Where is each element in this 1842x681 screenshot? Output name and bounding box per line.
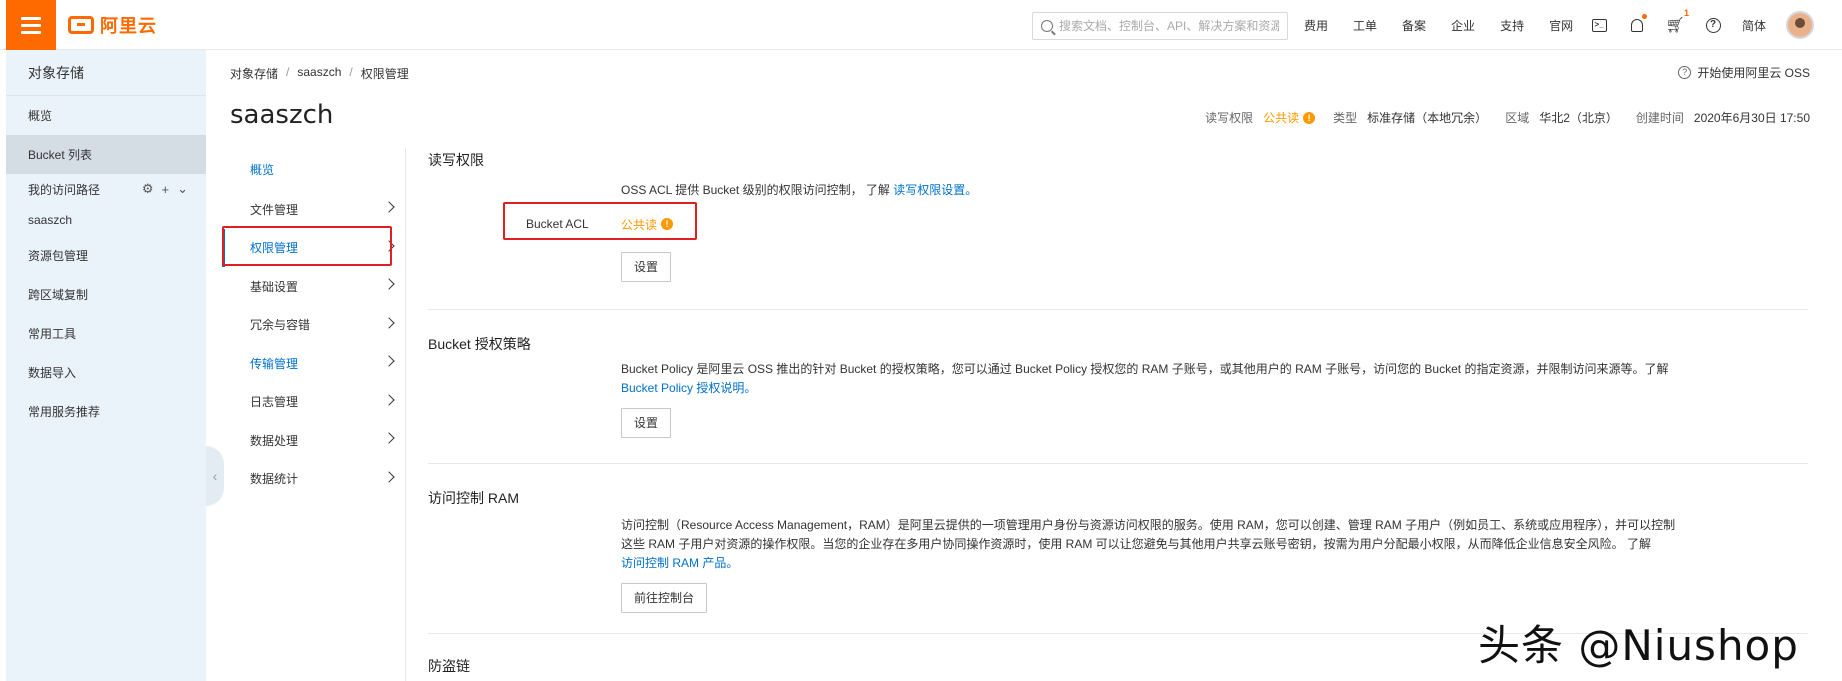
search-input[interactable] — [1059, 19, 1279, 33]
link-official-site[interactable]: 官网 — [1549, 17, 1573, 34]
bucket-meta: 读写权限 公共读! 类型 标准存储（本地冗余） 区域 华北2（北京） 创建时间 … — [1205, 109, 1810, 126]
sidebar-item-tools[interactable]: 常用工具 — [6, 314, 206, 353]
meta-region-value: 华北2（北京） — [1539, 111, 1618, 125]
ram-docs-link[interactable]: 访问控制 RAM 产品。 — [621, 556, 738, 570]
cart-icon[interactable]: 🛒︎ 1 — [1665, 8, 1689, 34]
section-desc: Bucket Policy 是阿里云 OSS 推出的针对 Bucket 的授权策… — [621, 362, 1669, 395]
language-switch[interactable]: 简体 — [1742, 17, 1766, 34]
meta-created-label: 创建时间 — [1635, 111, 1684, 125]
terminal-icon[interactable]: >_ — [1590, 16, 1608, 34]
breadcrumb-item[interactable]: saaszch — [297, 65, 341, 82]
link-icp[interactable]: 备案 — [1402, 17, 1426, 34]
watermark: 头条 @Niushop — [1478, 621, 1799, 670]
bell-icon[interactable] — [1628, 14, 1647, 34]
tab-overview[interactable]: 概览 — [222, 148, 405, 190]
aliyun-logo-icon — [68, 16, 94, 34]
section-desc: OSS ACL 提供 Bucket 级别的权限访问控制， 了解 读写权限设置。 — [621, 183, 978, 197]
sidebar-title: 对象存储 — [6, 50, 206, 96]
rw-docs-link[interactable]: 读写权限设置。 — [893, 183, 977, 197]
cart-badge: 1 — [1683, 8, 1689, 18]
section-title: 读写权限 — [428, 152, 484, 168]
acl-settings-button[interactable]: 设置 — [621, 252, 672, 282]
tab-logs[interactable]: 日志管理 — [222, 383, 405, 422]
section-desc: 访问控制（Resource Access Management，RAM）是阿里云… — [621, 518, 1676, 570]
menu-icon[interactable] — [6, 0, 56, 50]
section-title: 访问控制 RAM — [428, 490, 519, 506]
chevron-right-icon — [383, 470, 395, 483]
sidebar-item-overview[interactable]: 概览 — [6, 96, 206, 135]
highlight-box — [222, 226, 392, 266]
chevron-left-icon: ‹ — [212, 468, 218, 484]
meta-type-label: 类型 — [1333, 111, 1358, 125]
chevron-right-icon — [383, 278, 395, 290]
breadcrumb-item[interactable]: 对象存储 — [230, 65, 278, 82]
question-icon: ? — [1678, 66, 1692, 79]
avatar[interactable] — [1786, 11, 1815, 39]
meta-acl-label: 读写权限 — [1205, 111, 1254, 125]
top-bar: 阿里云 费用 工单 备案 企业 支持 官网 >_ 🛒︎1 ? 简体 — [0, 0, 1842, 50]
help-icon[interactable]: ? — [1704, 16, 1722, 34]
bucket-acl-row: Bucket ACL 公共读! — [526, 206, 1808, 242]
tab-data-processing[interactable]: 数据处理 — [222, 421, 405, 460]
breadcrumb: 对象存储 / saaszch / 权限管理 — [230, 65, 409, 82]
warning-icon: ! — [1303, 111, 1316, 124]
breadcrumb-item: 权限管理 — [360, 67, 409, 81]
sidebar-path-item[interactable]: saaszch — [6, 204, 206, 236]
sidebar-item-data-import[interactable]: 数据导入 — [6, 353, 206, 392]
chevron-right-icon — [383, 316, 395, 329]
section-bucket-policy: Bucket 授权策略 Bucket Policy 是阿里云 OSS 推出的针对… — [428, 310, 1808, 464]
tab-files[interactable]: 文件管理 — [222, 190, 405, 229]
page-title: saaszch — [230, 100, 334, 130]
aliyun-logo[interactable]: 阿里云 — [68, 14, 157, 36]
sidebar-item-cross-region[interactable]: 跨区域复制 — [6, 275, 206, 314]
getting-started-link[interactable]: ? 开始使用阿里云 OSS — [1678, 64, 1810, 81]
meta-acl-value: 公共读! — [1263, 109, 1316, 126]
getting-started-label: 开始使用阿里云 OSS — [1697, 66, 1810, 80]
tab-basic-settings[interactable]: 基础设置 — [222, 267, 405, 306]
access-path-label: 我的访问路径 — [28, 182, 101, 197]
meta-region-label: 区域 — [1505, 111, 1530, 125]
sidebar-item-bucket-list[interactable]: Bucket 列表 — [6, 135, 206, 174]
sidebar: 对象存储 概览 Bucket 列表 我的访问路径 ⚙ + ⌄ saaszch 资… — [6, 50, 206, 681]
notification-dot — [1642, 14, 1647, 19]
link-billing[interactable]: 费用 — [1304, 17, 1328, 34]
tab-redundancy[interactable]: 冗余与容错 — [222, 306, 405, 345]
chevron-down-icon[interactable]: ⌄ — [177, 181, 188, 197]
section-title: Bucket 授权策略 — [428, 336, 531, 352]
sidebar-item-recommended[interactable]: 常用服务推荐 — [6, 392, 206, 431]
section-ram: 访问控制 RAM 访问控制（Resource Access Management… — [428, 464, 1808, 634]
logo-text: 阿里云 — [100, 16, 157, 36]
section-rw-permission: 读写权限 OSS ACL 提供 Bucket 级别的权限访问控制， 了解 读写权… — [428, 148, 1808, 310]
top-icons: >_ 🛒︎ 1 ? 简体 — [1590, 0, 1815, 50]
search-icon[interactable] — [1041, 20, 1053, 32]
chevron-right-icon — [383, 355, 395, 367]
highlight-box — [503, 202, 697, 240]
gear-icon[interactable]: ⚙ — [142, 181, 154, 197]
policy-docs-link[interactable]: Bucket Policy 授权说明。 — [621, 381, 756, 395]
tab-statistics[interactable]: 数据统计 — [222, 460, 405, 499]
chevron-right-icon — [383, 393, 395, 406]
link-support[interactable]: 支持 — [1500, 17, 1524, 34]
link-tickets[interactable]: 工单 — [1353, 17, 1377, 34]
chevron-right-icon — [383, 432, 395, 444]
go-to-console-button[interactable]: 前往控制台 — [621, 583, 708, 613]
main-content: 读写权限 OSS ACL 提供 Bucket 级别的权限访问控制， 了解 读写权… — [428, 148, 1808, 676]
plus-icon[interactable]: + — [162, 182, 170, 197]
sidebar-item-resource-packs[interactable]: 资源包管理 — [6, 236, 206, 275]
search-box[interactable] — [1032, 12, 1288, 40]
sidebar-access-path[interactable]: 我的访问路径 ⚙ + ⌄ — [6, 174, 206, 204]
policy-settings-button[interactable]: 设置 — [621, 408, 672, 438]
link-enterprise[interactable]: 企业 — [1451, 17, 1475, 34]
tab-transfer[interactable]: 传输管理 — [222, 344, 405, 383]
meta-created-value: 2020年6月30日 17:50 — [1693, 111, 1810, 125]
top-links: 费用 工单 备案 企业 支持 官网 — [1304, 0, 1598, 50]
meta-type-value: 标准存储（本地冗余） — [1367, 111, 1488, 125]
chevron-right-icon — [383, 201, 395, 213]
